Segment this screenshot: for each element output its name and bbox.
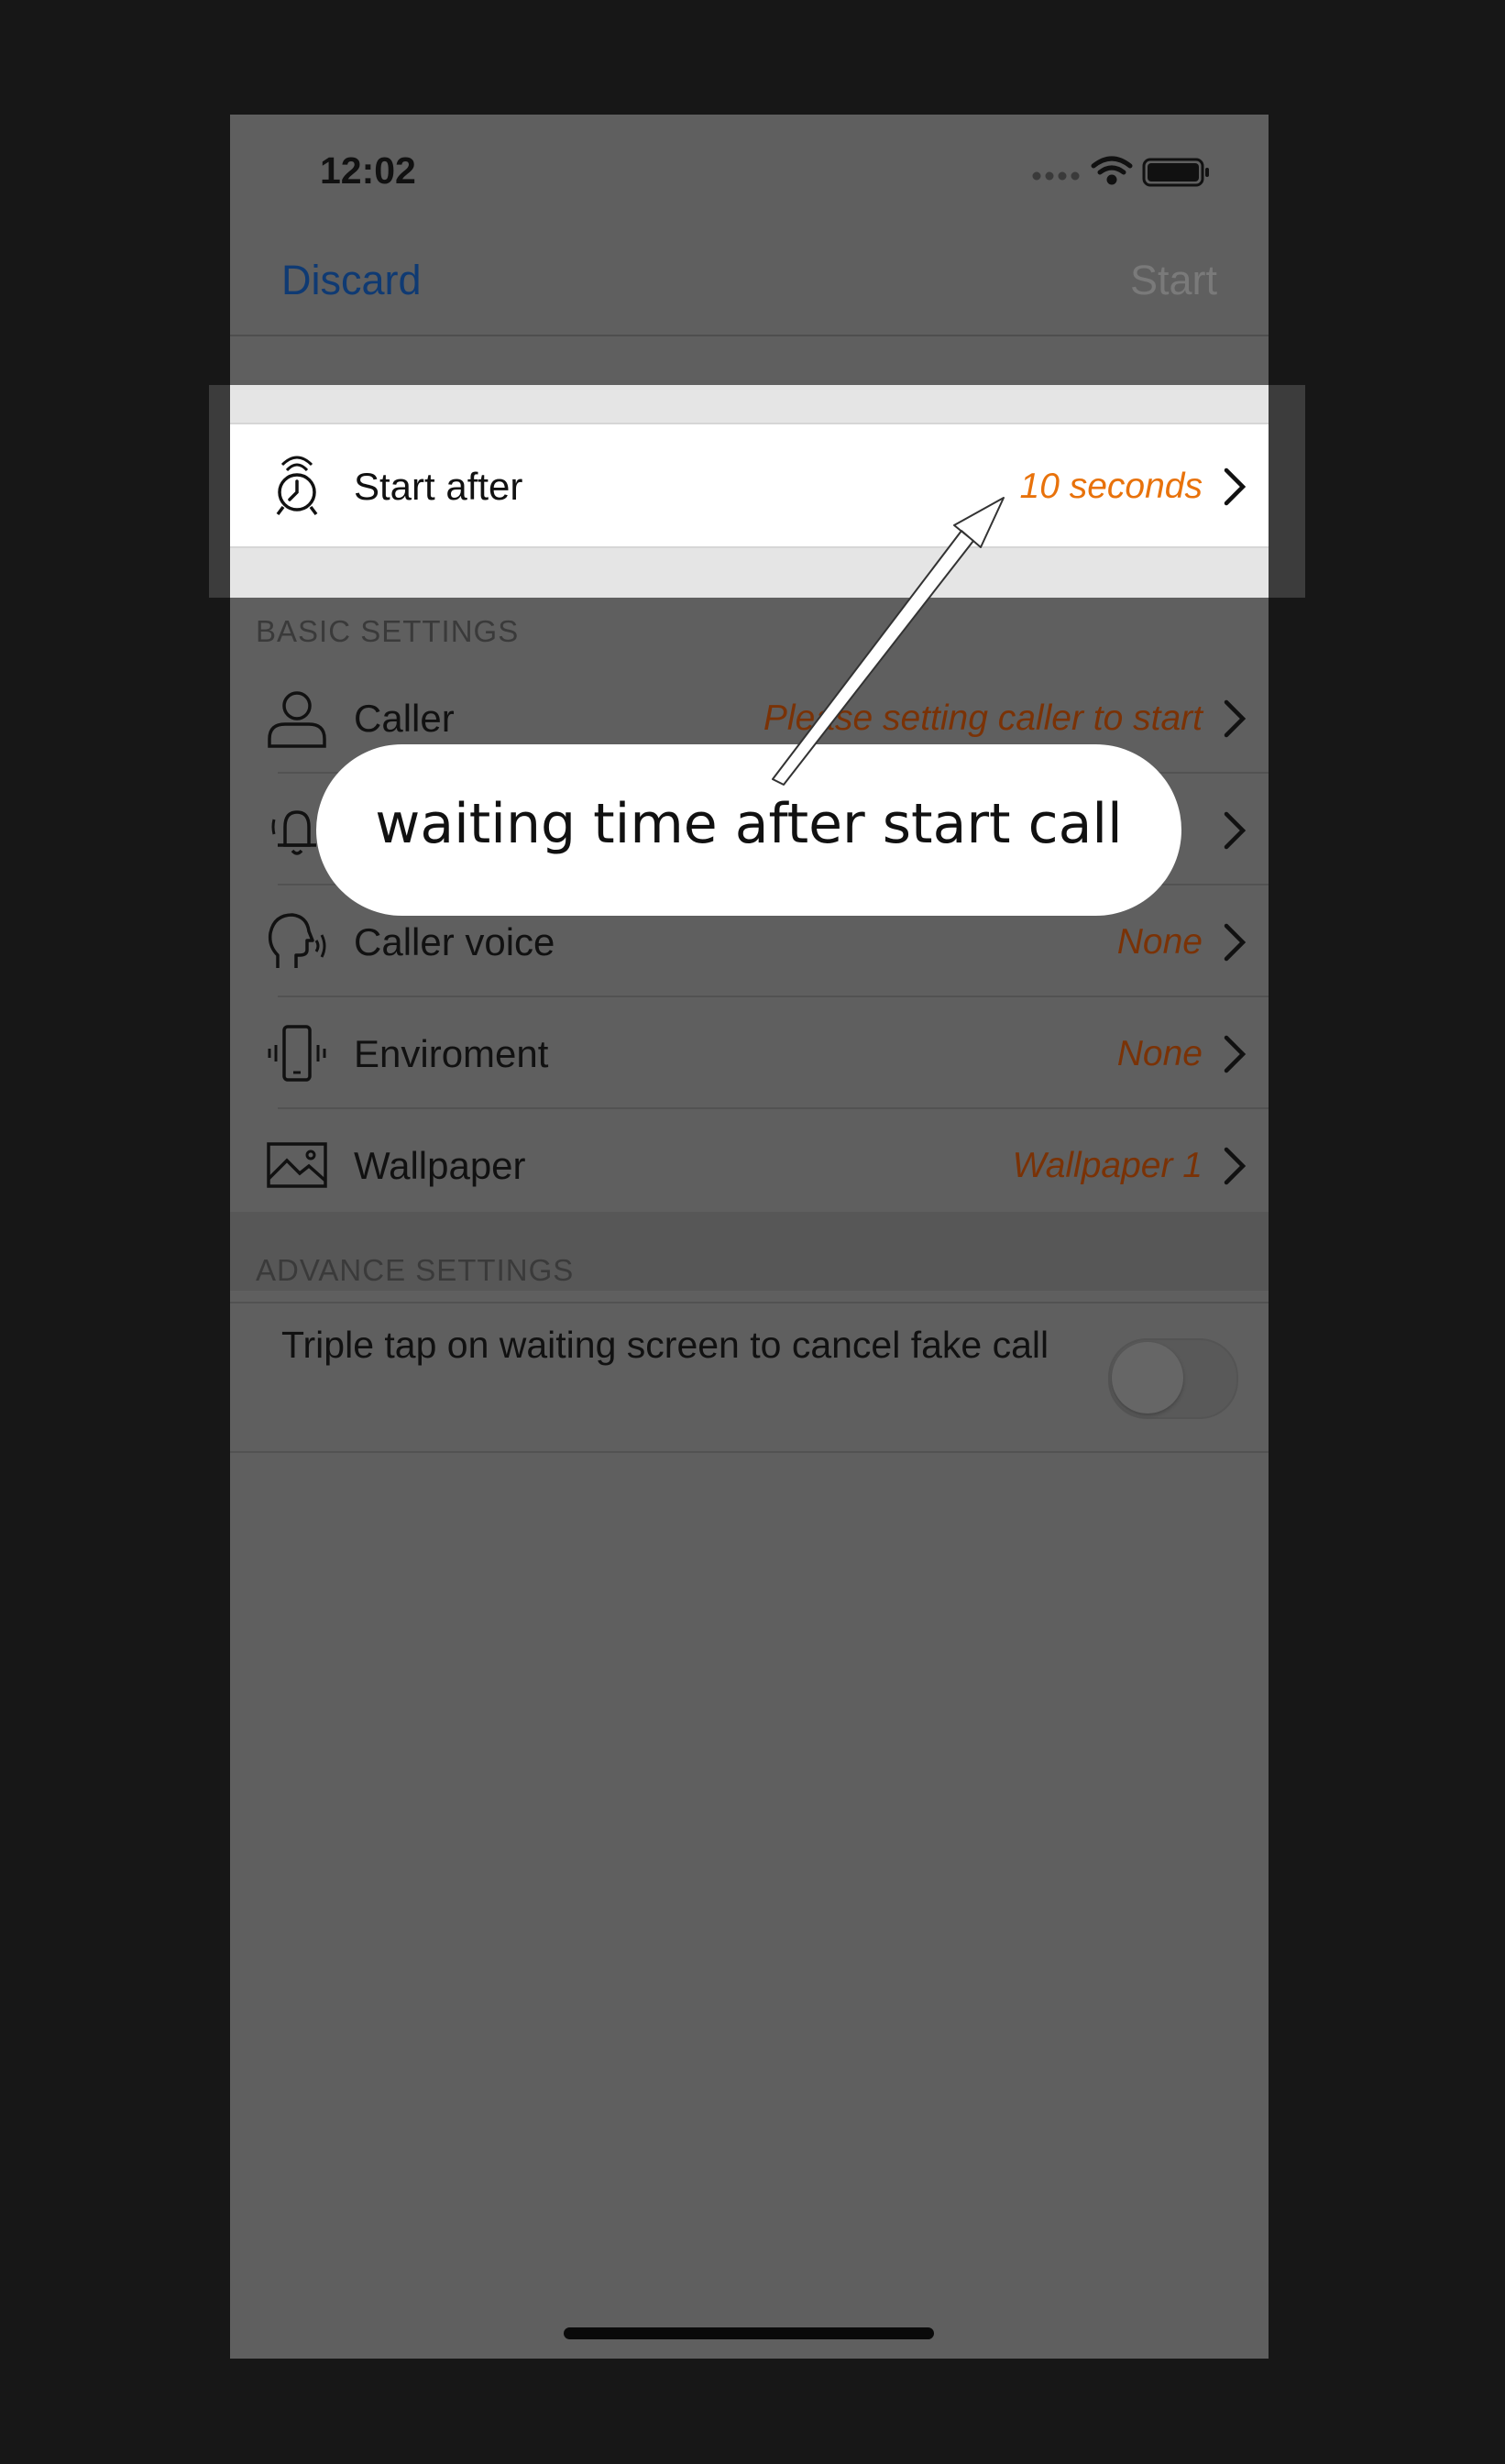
enviroment-label: Enviroment [354, 1032, 549, 1075]
start-after-value: 10 seconds [1019, 467, 1203, 506]
row-separator [230, 1451, 1269, 1453]
caller-voice-label: Caller voice [354, 920, 555, 963]
discard-button[interactable]: Discard [281, 257, 422, 304]
wallpaper-value: Wallpaper 1 [1012, 1146, 1203, 1185]
row-separator [230, 1302, 1269, 1304]
status-time: 12:02 [320, 149, 416, 192]
chevron-right-icon [1224, 468, 1247, 506]
enviroment-value: None [1116, 1034, 1203, 1073]
basic-settings-header: BASIC SETTINGS [256, 614, 520, 648]
start-after-row[interactable]: Start after 10 seconds [230, 423, 1269, 548]
caller-voice-value: None [1116, 922, 1203, 962]
chevron-right-icon [1224, 1147, 1247, 1185]
speaking-head-icon [268, 913, 326, 968]
toggle-knob [1112, 1342, 1183, 1414]
start-after-label: Start after [354, 465, 523, 508]
wallpaper-row[interactable]: Wallpaper Wallpaper 1 [230, 1109, 1269, 1219]
advance-settings-header: ADVANCE SETTINGS [256, 1253, 575, 1287]
caller-value: Please setting caller to start [763, 698, 1203, 738]
chevron-right-icon [1224, 811, 1247, 850]
status-icons [1027, 153, 1215, 194]
alarm-clock-icon [276, 456, 318, 516]
person-icon [268, 691, 326, 748]
battery-icon [1142, 158, 1209, 187]
chevron-right-icon [1224, 699, 1247, 738]
signal-icon [1032, 171, 1080, 181]
picture-icon [267, 1142, 327, 1188]
wallpaper-label: Wallpaper [354, 1144, 526, 1187]
nav-divider [230, 335, 1269, 336]
vibrating-phone-icon [268, 1025, 326, 1082]
home-indicator [564, 2327, 934, 2339]
wifi-icon [1091, 156, 1133, 185]
caller-label: Caller [354, 697, 455, 740]
triple-tap-toggle[interactable] [1108, 1338, 1238, 1419]
triple-tap-label: Triple tap on waiting screen to cancel f… [281, 1324, 1049, 1366]
callout-text: waiting time after start call [375, 792, 1123, 856]
chevron-right-icon [1224, 1035, 1247, 1073]
chevron-right-icon [1224, 923, 1247, 962]
start-button[interactable]: Start [1130, 257, 1217, 304]
callout-bubble: waiting time after start call [316, 744, 1181, 916]
enviroment-row[interactable]: Enviroment None [230, 997, 1269, 1107]
